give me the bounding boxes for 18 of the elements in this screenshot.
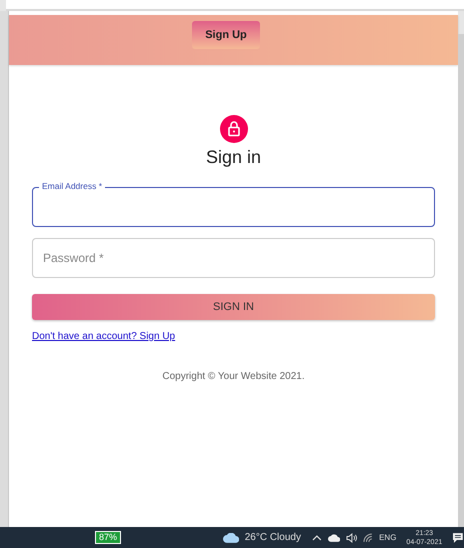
language-indicator[interactable]: ENG <box>379 533 396 542</box>
cloud-icon[interactable] <box>328 534 340 542</box>
copyright-text: Copyright © Your Website 2021. <box>162 371 305 382</box>
sign-in-heading: Sign in <box>206 147 262 168</box>
sign-up-button[interactable]: Sign Up <box>192 21 260 49</box>
sign-up-link[interactable]: Don't have an account? Sign Up <box>32 331 176 342</box>
battery-indicator: 87% <box>95 531 122 544</box>
input-field[interactable]: Password * <box>32 232 435 278</box>
cloud-icon <box>223 532 239 542</box>
lock-icon <box>220 115 248 143</box>
scrollbar[interactable] <box>458 34 464 527</box>
wifi-icon[interactable] <box>363 532 374 542</box>
chevron-up-icon[interactable] <box>312 532 322 542</box>
input-field[interactable]: Email Address * <box>32 181 435 227</box>
notification-icon[interactable] <box>452 532 464 544</box>
sign-in-button[interactable]: SIGN IN <box>32 294 435 320</box>
weather-text: 26°C Cloudy <box>244 532 301 543</box>
speaker-icon[interactable] <box>346 532 358 542</box>
